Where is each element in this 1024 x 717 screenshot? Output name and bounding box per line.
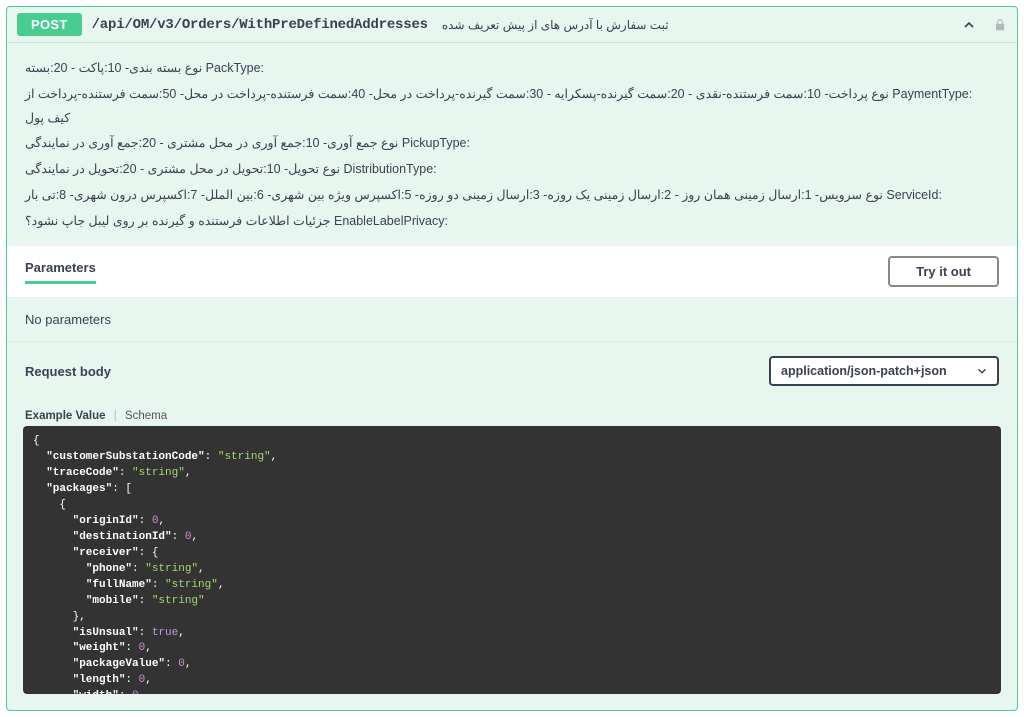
description-line: PickupType: نوع جمع آوری- 10:جمع آوری در… bbox=[25, 132, 999, 156]
tab-schema[interactable]: Schema bbox=[125, 410, 167, 422]
try-it-out-button[interactable]: Try it out bbox=[888, 256, 999, 287]
no-parameters-text: No parameters bbox=[7, 298, 1017, 341]
parameters-header: Parameters Try it out bbox=[7, 245, 1017, 298]
endpoint-path: /api/OM/v3/Orders/WithPreDefinedAddresse… bbox=[92, 17, 428, 33]
request-body-title: Request body bbox=[25, 364, 111, 379]
parameters-title: Parameters bbox=[25, 260, 96, 284]
content-type-select[interactable]: application/json-patch+json bbox=[771, 358, 975, 384]
http-method-badge: POST bbox=[17, 13, 82, 36]
example-code-block[interactable]: { "customerSubstationCode": "string", "t… bbox=[23, 426, 1001, 694]
content-type-select-wrap[interactable]: application/json-patch+json bbox=[769, 356, 999, 386]
description-line: ServiceId: نوع سرویس- 1:ارسال زمینی همان… bbox=[25, 184, 999, 208]
lock-icon[interactable] bbox=[993, 18, 1007, 32]
tab-example-value[interactable]: Example Value bbox=[25, 410, 106, 422]
description-line: PaymentType: نوع پرداخت- 10:سمت فرستنده-… bbox=[25, 83, 999, 131]
chevron-down-icon bbox=[975, 364, 989, 378]
description-line: DistributionType: نوع تحویل- 10:تحویل در… bbox=[25, 158, 999, 182]
operation-block: POST /api/OM/v3/Orders/WithPreDefinedAdd… bbox=[6, 6, 1018, 711]
example-json: { "customerSubstationCode": "string", "t… bbox=[23, 426, 1001, 694]
chevron-up-icon bbox=[961, 17, 977, 33]
operation-description: PackType: نوع بسته بندی- 10:پاکت - 20:بس… bbox=[7, 42, 1017, 245]
description-line: EnableLabelPrivacy: جزئیات اطلاعات فرستن… bbox=[25, 210, 999, 234]
example-tabs: Example Value | Schema bbox=[7, 400, 1017, 426]
endpoint-summary: ثبت سفارش با آدرس های از پیش تعریف شده bbox=[442, 18, 669, 32]
request-body-header: Request body application/json-patch+json bbox=[7, 341, 1017, 400]
operation-header[interactable]: POST /api/OM/v3/Orders/WithPreDefinedAdd… bbox=[7, 7, 1017, 42]
description-line: PackType: نوع بسته بندی- 10:پاکت - 20:بس… bbox=[25, 57, 999, 81]
